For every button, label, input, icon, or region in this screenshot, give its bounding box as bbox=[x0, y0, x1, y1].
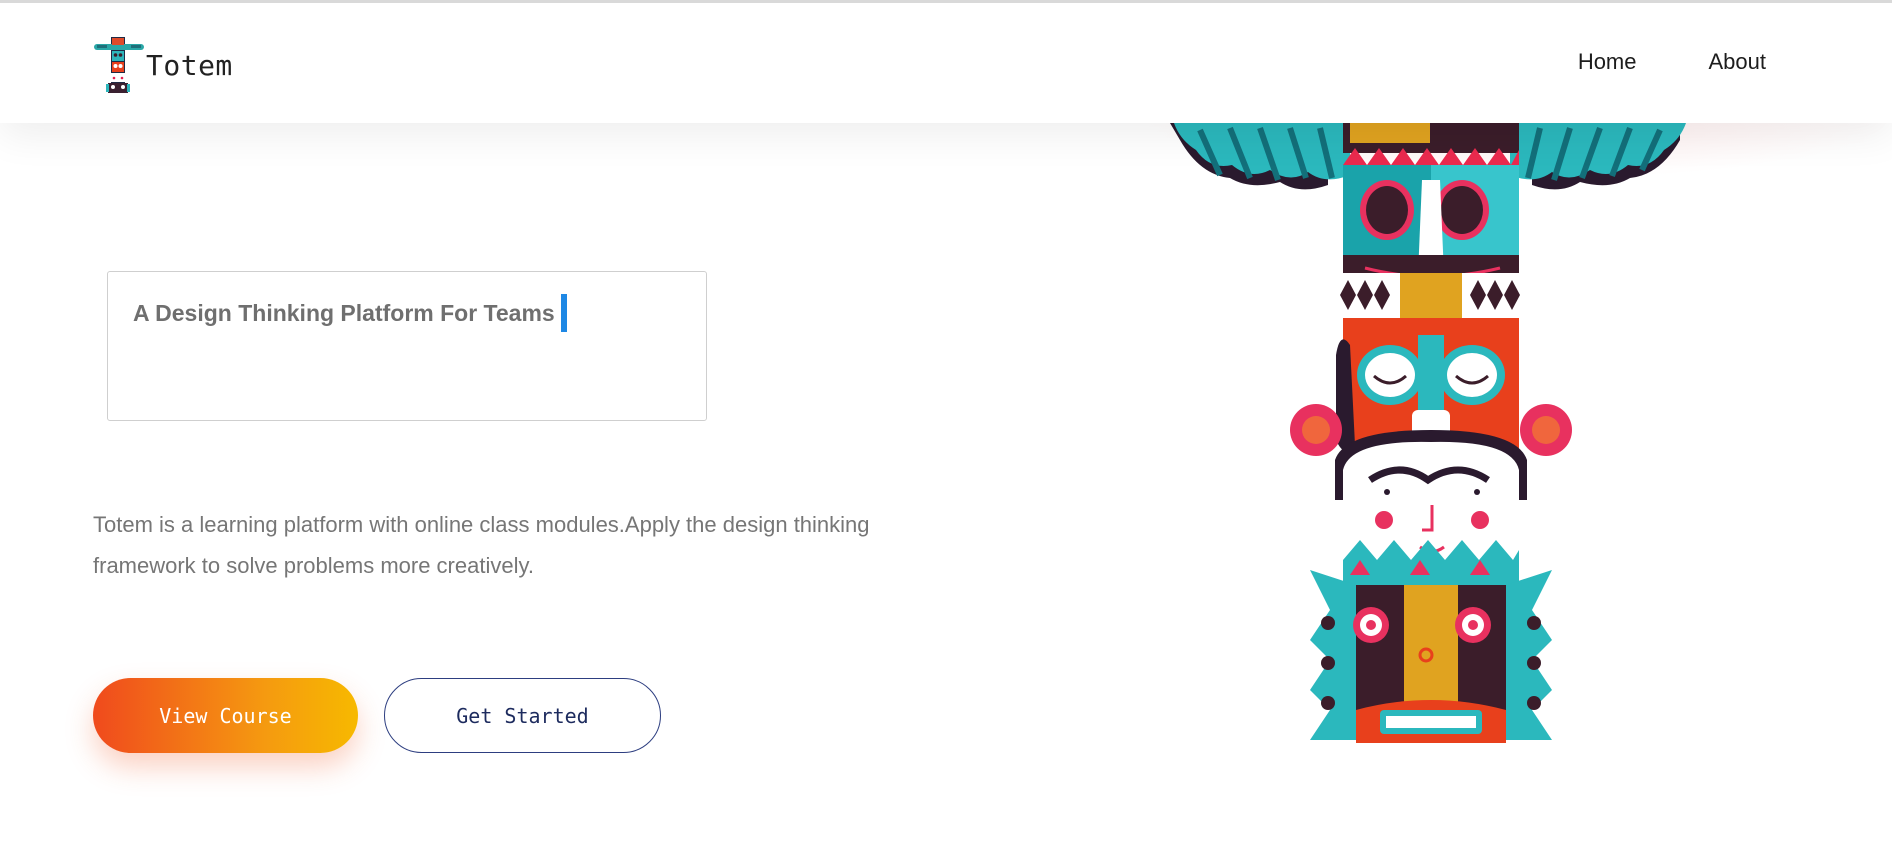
hero-headline-text: A Design Thinking Platform For Teams bbox=[133, 299, 555, 326]
nav-links: Home About bbox=[1578, 49, 1766, 75]
hero-description: Totem is a learning platform with online… bbox=[93, 512, 870, 578]
brand-name: Totem bbox=[146, 48, 233, 82]
top-border bbox=[0, 0, 1892, 3]
get-started-button[interactable]: Get Started bbox=[384, 678, 661, 753]
navbar: Totem Home About bbox=[0, 3, 1892, 123]
totem-logo-icon bbox=[94, 37, 144, 93]
nav-link-about[interactable]: About bbox=[1709, 49, 1767, 75]
headline-box: A Design Thinking Platform For Teams bbox=[107, 271, 707, 421]
landing-page: Totem Home About A Design Thinking Platf… bbox=[0, 0, 1892, 867]
totem-bottom-face bbox=[1310, 540, 1552, 743]
brand-link[interactable]: Totem bbox=[94, 33, 233, 97]
totem-skull-face bbox=[1343, 165, 1519, 278]
hero-headline: A Design Thinking Platform For Teams bbox=[133, 294, 567, 332]
nav-link-home[interactable]: Home bbox=[1578, 49, 1637, 75]
typing-cursor bbox=[560, 294, 567, 332]
view-course-button[interactable]: View Course bbox=[93, 678, 358, 753]
